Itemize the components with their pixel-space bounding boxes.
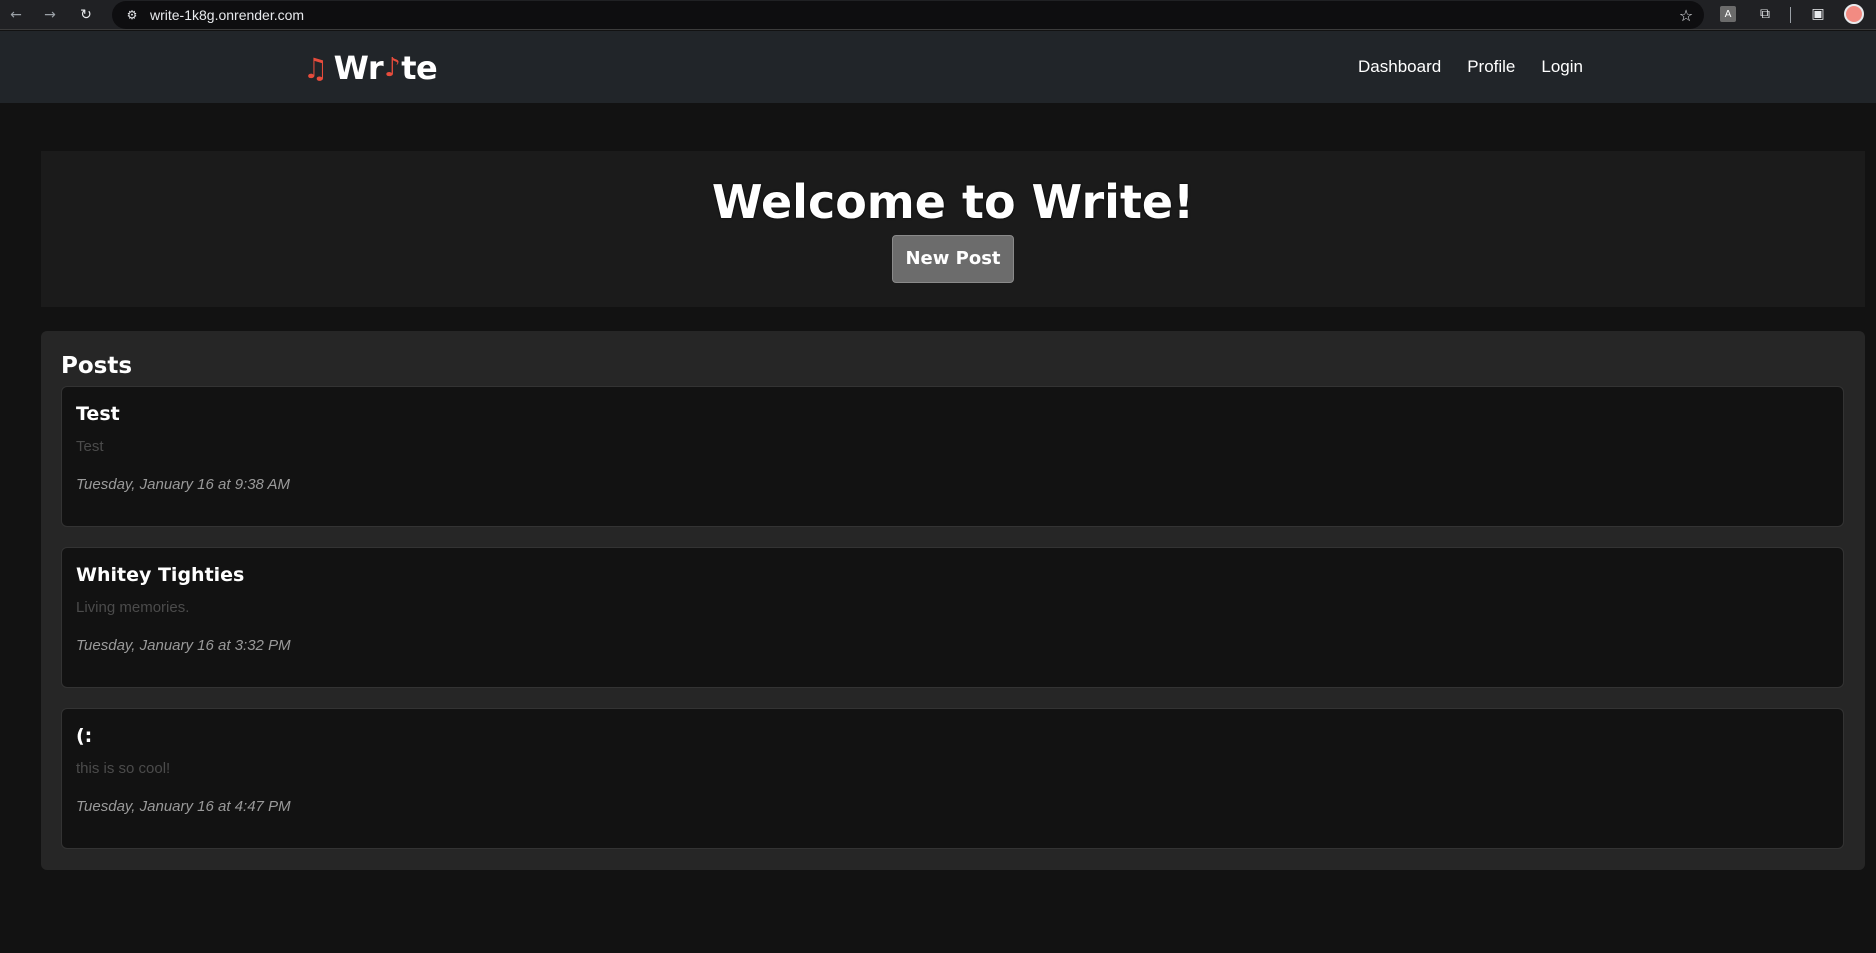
- music-note-inline-icon: ♪: [384, 53, 401, 83]
- bookmark-star-icon[interactable]: ☆: [1676, 5, 1696, 25]
- nav-link-login[interactable]: Login: [1541, 57, 1583, 77]
- posts-heading: Posts: [61, 353, 133, 379]
- site-navbar: ♫ Wr ♪ te Dashboard Profile Login: [0, 31, 1876, 103]
- nav-link-profile[interactable]: Profile: [1467, 57, 1515, 77]
- reload-icon[interactable]: ↻: [74, 3, 98, 27]
- post-date: Tuesday, January 16 at 4:47 PM: [76, 798, 291, 815]
- brand-logo[interactable]: ♫ Wr ♪ te: [303, 49, 438, 87]
- post-body: this is so cool!: [76, 760, 171, 777]
- nav-links: Dashboard Profile Login: [1358, 57, 1583, 77]
- page-title: Welcome to Write!: [711, 175, 1195, 229]
- post-title[interactable]: Test: [76, 403, 120, 425]
- posts-panel: Posts Test Test Tuesday, January 16 at 9…: [41, 331, 1865, 870]
- forward-icon[interactable]: →: [38, 3, 62, 27]
- side-panel-icon[interactable]: ▣: [1808, 4, 1828, 24]
- post-title[interactable]: (:: [76, 725, 92, 747]
- back-icon[interactable]: ←: [4, 3, 28, 27]
- site-info-icon[interactable]: ⚙: [124, 7, 140, 23]
- post-body: Living memories.: [76, 599, 190, 616]
- post-body: Test: [76, 438, 104, 455]
- music-note-icon: ♫: [303, 51, 328, 85]
- post-title[interactable]: Whitey Tighties: [76, 564, 244, 586]
- extensions-puzzle-icon[interactable]: ⧉: [1755, 4, 1775, 24]
- post-card[interactable]: Test Test Tuesday, January 16 at 9:38 AM: [61, 386, 1844, 527]
- new-post-button[interactable]: New Post: [892, 235, 1014, 283]
- hero-section: Welcome to Write! New Post: [41, 151, 1865, 307]
- translate-extension-icon[interactable]: A: [1720, 6, 1736, 22]
- post-date: Tuesday, January 16 at 3:32 PM: [76, 637, 291, 654]
- nav-link-dashboard[interactable]: Dashboard: [1358, 57, 1441, 77]
- address-bar[interactable]: ⚙ write-1k8g.onrender.com ☆: [112, 1, 1704, 29]
- toolbar-divider: [1790, 7, 1791, 23]
- url-text[interactable]: write-1k8g.onrender.com: [150, 7, 304, 23]
- post-card[interactable]: Whitey Tighties Living memories. Tuesday…: [61, 547, 1844, 688]
- brand-text-suffix: te: [401, 49, 438, 87]
- browser-toolbar: ← → ↻ ⚙ write-1k8g.onrender.com ☆ A ⧉ ▣: [0, 0, 1876, 30]
- post-card[interactable]: (: this is so cool! Tuesday, January 16 …: [61, 708, 1844, 849]
- brand-text-prefix: Wr: [333, 49, 384, 87]
- post-date: Tuesday, January 16 at 9:38 AM: [76, 476, 291, 493]
- profile-avatar[interactable]: [1844, 4, 1864, 24]
